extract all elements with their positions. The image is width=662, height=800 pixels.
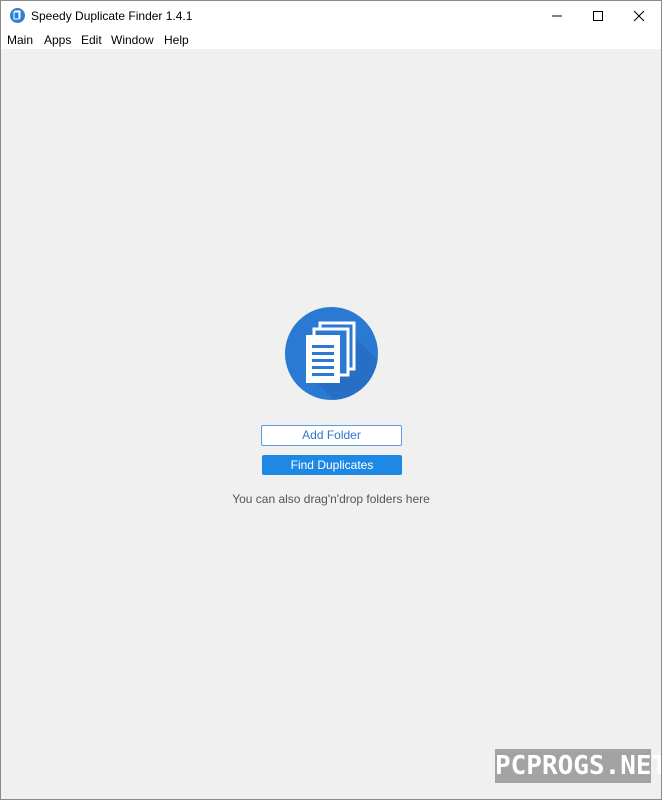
menu-window[interactable]: Window xyxy=(111,32,154,48)
app-logo-icon xyxy=(10,8,25,23)
duplicate-documents-icon xyxy=(285,307,378,400)
add-folder-button[interactable]: Add Folder xyxy=(261,425,402,446)
window-title: Speedy Duplicate Finder 1.4.1 xyxy=(31,9,193,23)
title-bar[interactable]: Speedy Duplicate Finder 1.4.1 xyxy=(1,1,661,31)
maximize-button[interactable] xyxy=(578,1,618,31)
menu-help[interactable]: Help xyxy=(164,32,189,48)
find-duplicates-button[interactable]: Find Duplicates xyxy=(262,455,402,475)
main-content: Add Folder Find Duplicates You can also … xyxy=(1,49,661,799)
close-button[interactable] xyxy=(619,1,659,31)
minimize-button[interactable] xyxy=(537,1,577,31)
watermark: PCPROGS.NET xyxy=(495,749,662,783)
app-window: Speedy Duplicate Finder 1.4.1 Main Apps … xyxy=(0,0,662,800)
menu-main[interactable]: Main xyxy=(7,32,33,48)
close-icon xyxy=(633,10,645,22)
maximize-icon xyxy=(593,11,603,21)
minimize-icon xyxy=(552,15,562,17)
drag-drop-hint: You can also drag'n'drop folders here xyxy=(232,492,430,506)
menu-apps[interactable]: Apps xyxy=(44,32,71,48)
menu-edit[interactable]: Edit xyxy=(81,32,102,48)
menu-bar: Main Apps Edit Window Help xyxy=(1,31,661,49)
